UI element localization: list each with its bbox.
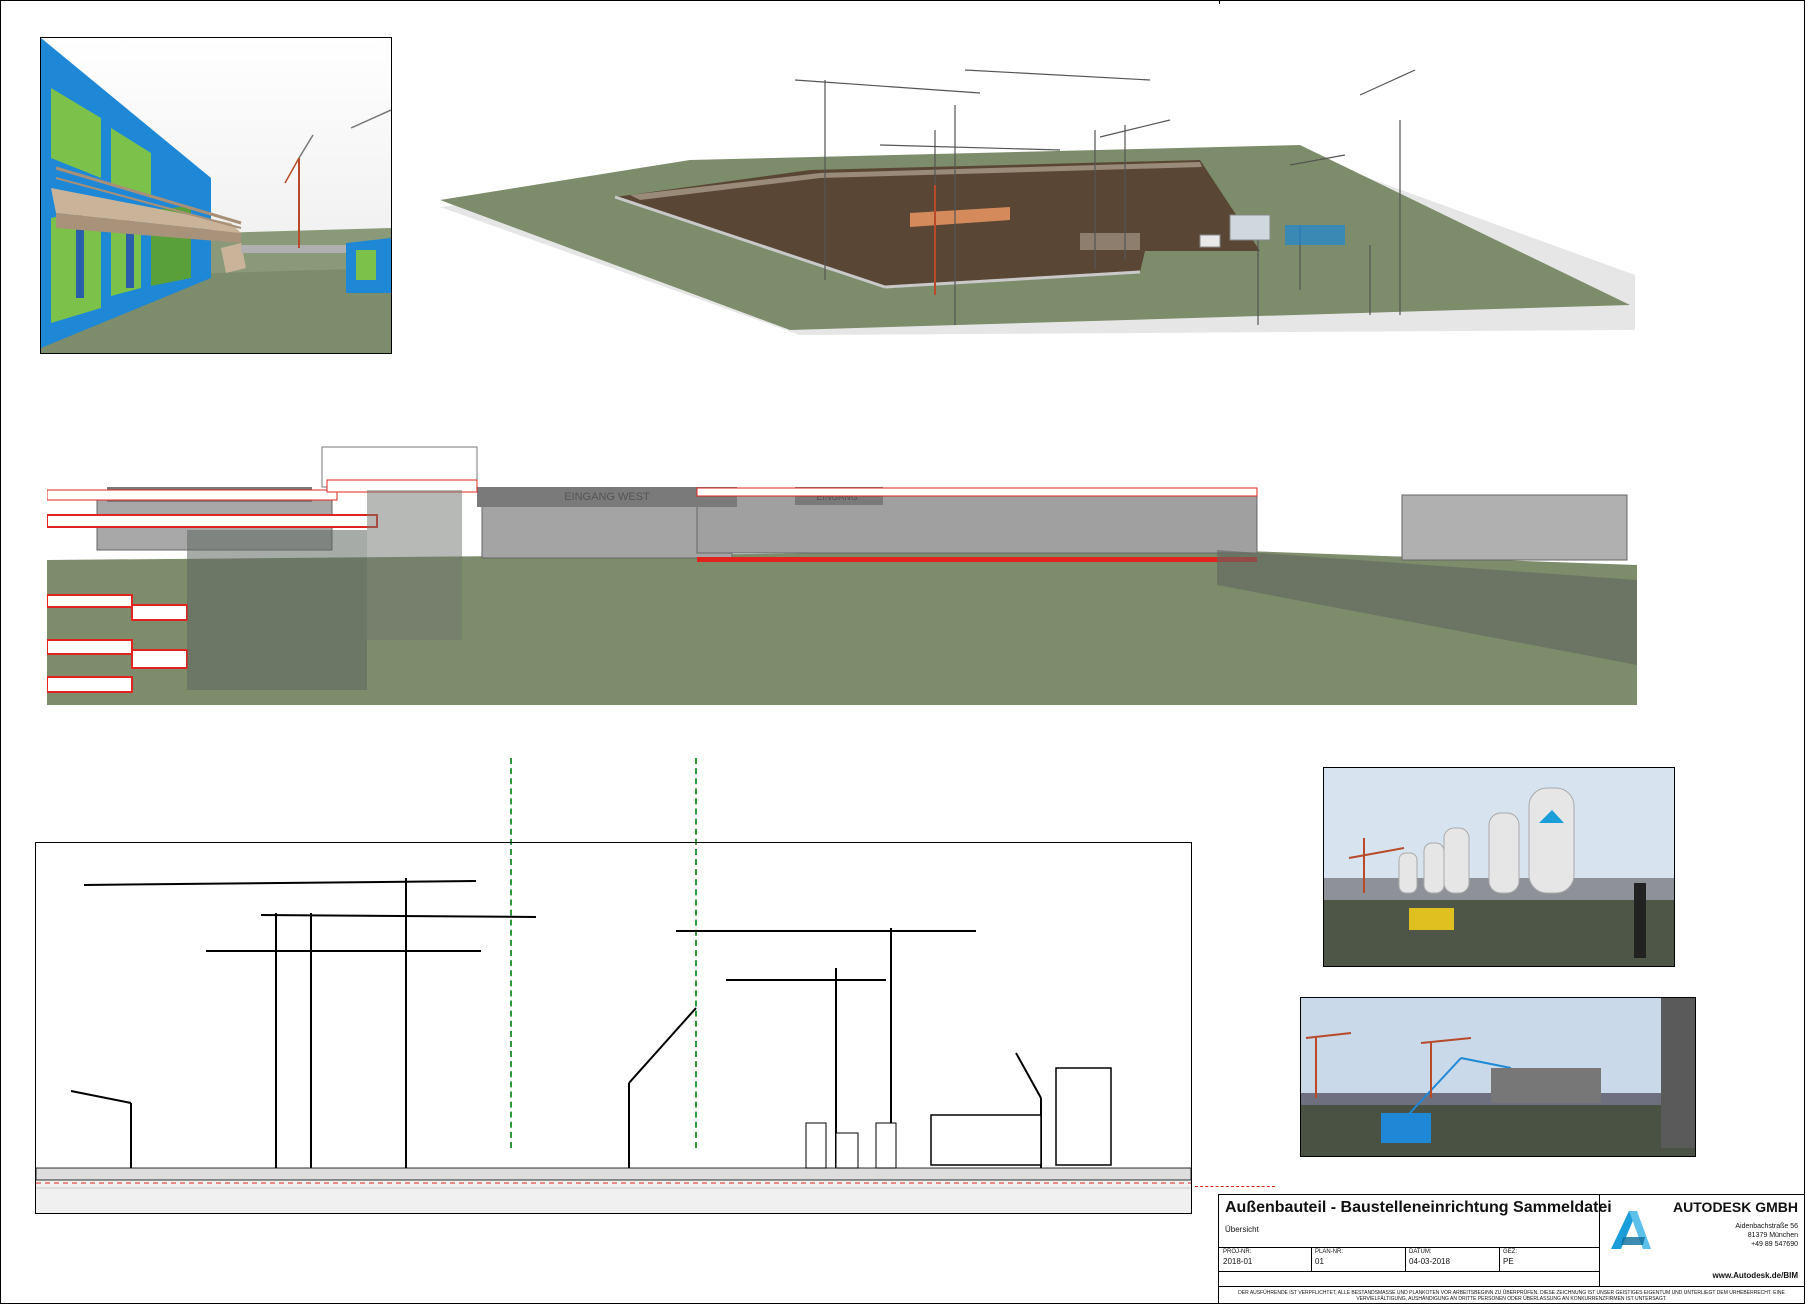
plan-title: Außenbauteil - Baustelleneinrichtung Sam…	[1225, 1199, 1612, 1216]
datum-label: DATUM:	[1409, 1249, 1432, 1255]
view-render-pump[interactable]	[1300, 997, 1696, 1157]
disclaimer-text: DER AUSFÜHRENDE IST VERPFLICHTET, ALLE B…	[1238, 1290, 1785, 1302]
view-axonometric-site[interactable]	[440, 65, 1650, 335]
address-street: Aidenbachstraße 56	[1735, 1223, 1798, 1230]
view-perspective-fence[interactable]: EINGANG OST EINGANG WEST EINGANG	[47, 445, 1637, 705]
plan-nr-label: PLAN-NR:	[1315, 1249, 1344, 1255]
fence-sign-west: EINGANG WEST	[564, 491, 650, 503]
datum-value: 04-03-2018	[1409, 1257, 1450, 1266]
dimension-marker	[1195, 1186, 1275, 1187]
proj-nr-label: PROJ-NR:	[1223, 1249, 1252, 1255]
view-render-silos[interactable]	[1323, 767, 1675, 967]
website-link[interactable]: www.Autodesk.de/BIM	[1713, 1271, 1799, 1280]
title-block: Außenbauteil - Baustelleneinrichtung Sam…	[1218, 1194, 1805, 1304]
view-perspective-containers[interactable]	[40, 37, 392, 354]
autodesk-logo-icon	[1611, 1211, 1651, 1249]
view-elevation[interactable]	[35, 842, 1192, 1214]
proj-nr-value: 2018-01	[1223, 1257, 1253, 1266]
plan-subtitle: Übersicht	[1225, 1225, 1259, 1234]
address-city: 81379 München	[1747, 1232, 1798, 1239]
gez-value: PE	[1503, 1257, 1514, 1266]
company-name: AUTODESK GMBH	[1673, 1199, 1798, 1215]
gez-label: GEZ:	[1503, 1249, 1518, 1255]
top-tick	[1219, 0, 1220, 4]
plan-nr-value: 01	[1315, 1257, 1324, 1266]
phone-number: +49 89 547690	[1751, 1241, 1798, 1248]
